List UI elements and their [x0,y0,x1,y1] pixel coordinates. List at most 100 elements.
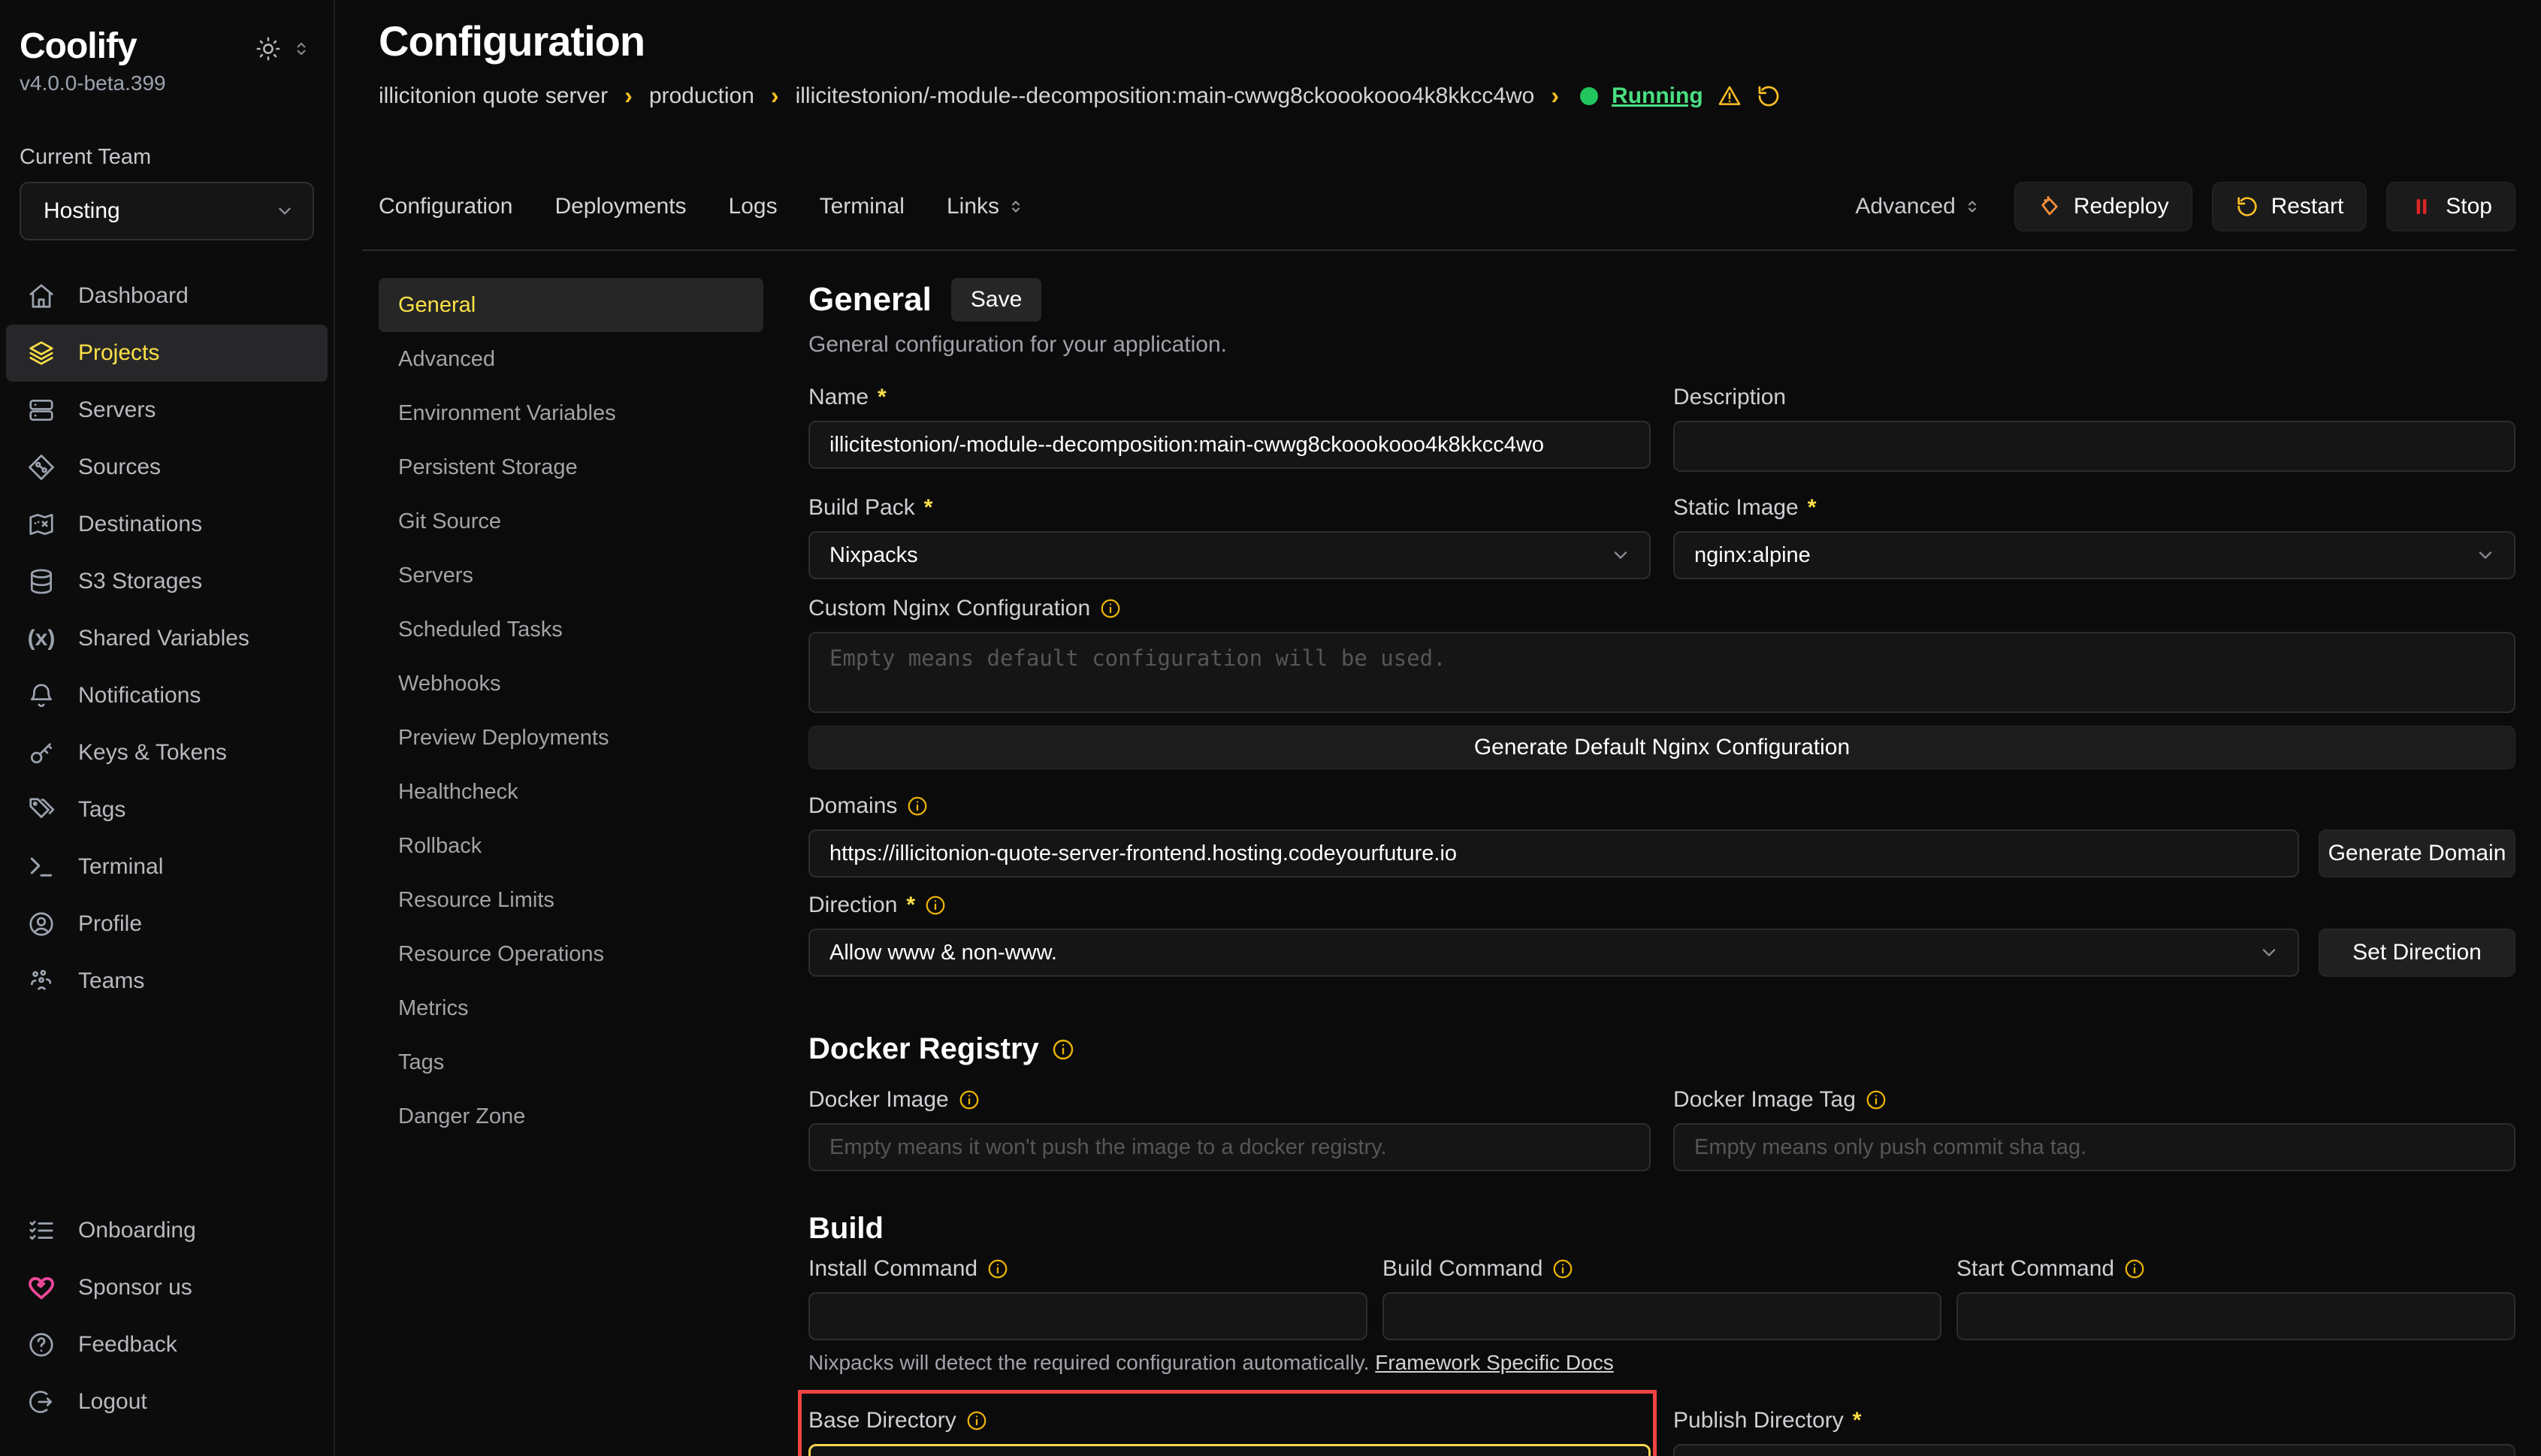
sidebar-item-profile[interactable]: Profile [6,896,328,953]
chevrons-up-down-icon [1963,198,1981,216]
sidebar-item-destinations[interactable]: Destinations [6,496,328,553]
direction-select[interactable]: Allow www & non-www. [808,929,2299,977]
restart-icon [2235,195,2259,219]
settings-nav-resource-operations[interactable]: Resource Operations [379,927,763,981]
theme-sun-icon[interactable] [255,36,281,62]
database-icon [27,567,56,596]
sidebar-item-label: Projects [78,340,159,366]
sidebar-item-teams[interactable]: Teams [6,953,328,1010]
save-button[interactable]: Save [951,278,1041,322]
warning-icon[interactable] [1717,83,1742,109]
start-command-input[interactable] [1956,1292,2515,1340]
base-directory-input[interactable] [808,1444,1651,1456]
sidebar-item-label: Onboarding [78,1218,196,1243]
sidebar-item-logout[interactable]: Logout [6,1373,328,1430]
sidebar-item-s3-storages[interactable]: S3 Storages [6,553,328,610]
settings-nav-tags[interactable]: Tags [379,1035,763,1089]
bell-icon [27,681,56,710]
sidebar-item-feedback[interactable]: Feedback [6,1316,328,1373]
set-direction-button[interactable]: Set Direction [2319,929,2515,977]
settings-nav-persistent-storage[interactable]: Persistent Storage [379,440,763,494]
name-label: Name* [808,385,1651,410]
map-icon [27,510,56,539]
sidebar-item-label: S3 Storages [78,569,202,594]
server-icon [27,396,56,424]
sidebar-item-notifications[interactable]: Notifications [6,667,328,724]
breadcrumb-application[interactable]: illicitestonion/-module--decomposition:m… [796,83,1535,109]
tab-terminal[interactable]: Terminal [820,194,905,219]
settings-nav-general[interactable]: General [379,278,763,332]
sidebar-item-label: Destinations [78,512,202,537]
restart-button[interactable]: Restart [2212,182,2367,231]
docker-image-tag-input[interactable] [1673,1123,2515,1171]
sidebar-item-dashboard[interactable]: Dashboard [6,267,328,325]
breadcrumb-environment[interactable]: production [649,83,754,109]
app-logo: Coolify [20,26,137,67]
install-command-input[interactable] [808,1292,1367,1340]
redeploy-button[interactable]: Redeploy [2014,182,2192,231]
sidebar-item-terminal[interactable]: Terminal [6,838,328,896]
tab-links[interactable]: Links [947,194,1025,219]
advanced-dropdown[interactable]: Advanced [1855,194,1981,219]
settings-nav-git-source[interactable]: Git Source [379,494,763,548]
settings-nav-scheduled-tasks[interactable]: Scheduled Tasks [379,603,763,657]
stop-button[interactable]: Stop [2386,182,2515,231]
domains-label: Domains [808,793,2515,819]
status-running-link[interactable]: Running [1612,83,1703,109]
sidebar-item-projects[interactable]: Projects [6,325,328,382]
sidebar-item-keys-tokens[interactable]: Keys & Tokens [6,724,328,781]
sidebar-item-shared-variables[interactable]: (x) Shared Variables [6,610,328,667]
sidebar-item-label: Sponsor us [78,1275,192,1300]
settings-nav-advanced[interactable]: Advanced [379,332,763,386]
static-image-select[interactable]: nginx:alpine [1673,531,2515,579]
custom-nginx-textarea[interactable] [808,632,2515,713]
publish-directory-input[interactable] [1673,1444,2515,1456]
settings-nav-environment-variables[interactable]: Environment Variables [379,386,763,440]
sidebar-item-sponsor[interactable]: Sponsor us [6,1259,328,1316]
breadcrumb-project[interactable]: illicitonion quote server [379,83,608,109]
sidebar-item-label: Tags [78,797,125,823]
redeploy-icon [2038,195,2062,219]
tab-deployments[interactable]: Deployments [554,194,686,219]
chevrons-up-down-icon [1007,198,1025,216]
team-select[interactable]: Hosting [20,182,314,240]
domains-input[interactable] [808,829,2299,878]
logout-icon [27,1388,56,1416]
chevron-down-icon [1610,545,1631,566]
variable-icon: (x) [27,626,56,651]
sidebar-item-label: Sources [78,455,161,480]
settings-nav-healthcheck[interactable]: Healthcheck [379,765,763,819]
sidebar-item-label: Shared Variables [78,626,249,651]
description-input[interactable] [1673,421,2515,472]
static-image-label: Static Image* [1673,495,2515,521]
info-icon [1865,1089,1887,1111]
chevron-down-icon [2475,545,2496,566]
settings-nav-metrics[interactable]: Metrics [379,981,763,1035]
docker-image-input[interactable] [808,1123,1651,1171]
sidebar-item-onboarding[interactable]: Onboarding [6,1202,328,1259]
breadcrumb-separator: › [1551,82,1559,110]
sidebar-item-servers[interactable]: Servers [6,382,328,439]
breadcrumb: illicitonion quote server › production ›… [379,82,2515,110]
settings-nav-preview-deployments[interactable]: Preview Deployments [379,711,763,765]
sidebar-item-sources[interactable]: Sources [6,439,328,496]
framework-docs-link[interactable]: Framework Specific Docs [1375,1351,1613,1374]
settings-nav-rollback[interactable]: Rollback [379,819,763,873]
build-pack-select[interactable]: Nixpacks [808,531,1651,579]
build-command-input[interactable] [1382,1292,1941,1340]
coolify-app: Coolify v4.0.0-beta.399 Current Team Hos… [0,0,2541,1456]
settings-nav-resource-limits[interactable]: Resource Limits [379,873,763,927]
tab-logs[interactable]: Logs [729,194,778,219]
generate-nginx-button[interactable]: Generate Default Nginx Configuration [808,726,2515,769]
settings-nav-danger-zone[interactable]: Danger Zone [379,1089,763,1143]
tab-configuration[interactable]: Configuration [379,194,512,219]
settings-nav-webhooks[interactable]: Webhooks [379,657,763,711]
refresh-icon[interactable] [1756,83,1781,109]
sidebar-item-tags[interactable]: Tags [6,781,328,838]
info-icon [1051,1038,1075,1062]
settings-nav-servers[interactable]: Servers [379,548,763,603]
chevrons-up-down-icon[interactable] [292,39,311,59]
generate-domain-button[interactable]: Generate Domain [2319,829,2515,878]
info-icon [1099,597,1122,620]
name-input[interactable] [808,421,1651,469]
